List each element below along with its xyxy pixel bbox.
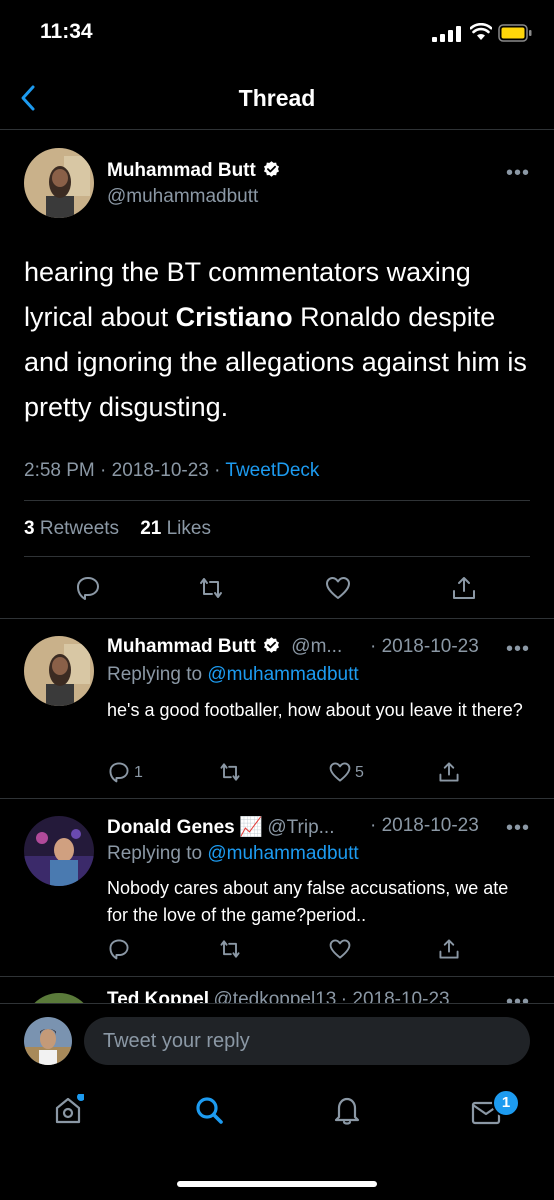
reply-handle: @tedkoppel13 [213, 989, 337, 1003]
search-icon[interactable] [193, 1094, 225, 1126]
reply-avatar [34, 993, 84, 1003]
battery-icon [498, 24, 532, 42]
header-divider [0, 129, 554, 130]
tweet-author[interactable]: Muhammad Butt [107, 160, 281, 182]
reply-count: 1 [134, 764, 143, 781]
user-avatar[interactable] [24, 1017, 72, 1065]
reply-header: Ted Koppel @tedkoppel13 · 2018-10-23 [107, 989, 450, 1003]
replying-label: Replying to [107, 664, 203, 685]
more-options-button[interactable]: ••• [506, 162, 530, 185]
reply-icon[interactable] [74, 574, 102, 602]
likes-label: Likes [166, 518, 211, 539]
reply-handle: @m... [291, 636, 343, 657]
share-icon[interactable] [450, 574, 478, 602]
reply-icon[interactable] [107, 760, 131, 784]
tweet-text-bold: Cristiano [175, 302, 293, 332]
like-heart-icon[interactable] [328, 760, 352, 784]
reply-more-button: ••• [506, 991, 531, 1003]
share-icon[interactable] [437, 760, 461, 784]
reply-author-name: Ted Koppel [107, 989, 210, 1003]
reply-author-name: Muhammad Butt [107, 636, 256, 657]
reply-date: · 2018-10-23 [340, 989, 450, 1003]
status-time: 11:34 [40, 20, 93, 43]
reply-date: · 2018-10-23 [370, 636, 479, 657]
reply-author-name: Donald Genes [107, 817, 235, 838]
meta-separator: · [100, 460, 107, 481]
reply-header[interactable]: Donald Genes 📈 @Trip... [107, 815, 334, 839]
verified-badge-icon [263, 637, 279, 653]
reply-date: · 2018-10-23 [370, 815, 479, 836]
partial-reply[interactable]: Ted Koppel @tedkoppel13 · 2018-10-23 ••• [0, 977, 554, 1003]
tweet-source-link[interactable]: TweetDeck [225, 460, 319, 481]
meta-divider [24, 500, 530, 501]
replying-to: Replying to @muhammadbutt [107, 664, 359, 686]
cellular-signal-icon [432, 26, 461, 42]
page-title: Thread [238, 85, 316, 111]
wifi-icon [470, 23, 492, 40]
stats-divider [24, 556, 530, 557]
author-name: Muhammad Butt [107, 160, 256, 181]
tweet-date: 2018-10-23 [111, 460, 209, 481]
compose-divider [0, 1003, 554, 1004]
home-indicator[interactable] [177, 1181, 377, 1187]
messages-badge: 1 [492, 1089, 520, 1117]
replying-handle-link[interactable]: @muhammadbutt [207, 664, 358, 685]
tweet-stats: 3 Retweets 21 Likes [24, 518, 211, 540]
replying-handle-link[interactable]: @muhammadbutt [207, 843, 358, 864]
reply-divider [0, 798, 554, 799]
replying-to: Replying to @muhammadbutt [107, 843, 359, 865]
reply-avatar[interactable] [24, 816, 94, 886]
tweet-divider [0, 618, 554, 619]
reply-text: Nobody cares about any false accusations… [107, 878, 509, 925]
tweet-text: hearing the BT commentators waxing lyric… [24, 250, 534, 430]
meta-separator: · [214, 460, 221, 481]
author-handle[interactable]: @muhammadbutt [107, 186, 258, 208]
like-heart-icon[interactable] [328, 937, 352, 961]
tweet-time: 2:58 PM [24, 460, 95, 481]
chart-emoji-icon: 📈 [239, 817, 263, 838]
home-icon[interactable] [52, 1094, 84, 1126]
reply-avatar[interactable] [24, 636, 94, 706]
retweets-count: 3 [24, 518, 35, 539]
notifications-bell-icon[interactable] [331, 1094, 363, 1126]
likes-stat[interactable]: 21 Likes [140, 518, 211, 539]
reply-handle: @Trip... [267, 817, 335, 838]
like-heart-icon[interactable] [324, 574, 352, 602]
reply-header[interactable]: Muhammad Butt @m... [107, 636, 342, 658]
retweet-icon[interactable] [218, 760, 242, 784]
replying-label: Replying to [107, 843, 203, 864]
retweets-stat[interactable]: 3 Retweets [24, 518, 119, 539]
retweet-icon[interactable] [197, 574, 225, 602]
like-count: 5 [355, 764, 364, 781]
share-icon[interactable] [437, 937, 461, 961]
tweet-meta: 2:58 PM · 2018-10-23 · TweetDeck [24, 460, 319, 482]
retweet-icon[interactable] [218, 937, 242, 961]
verified-badge-icon [263, 161, 279, 177]
avatar[interactable] [24, 148, 94, 218]
retweets-label: Retweets [39, 518, 120, 539]
reply-more-button[interactable]: ••• [506, 817, 530, 840]
reply-text: he's a good footballer, how about you le… [107, 700, 523, 720]
reply-input-placeholder: Tweet your reply [103, 1030, 250, 1052]
likes-count: 21 [140, 518, 162, 539]
reply-more-button[interactable]: ••• [506, 638, 530, 661]
reply-icon[interactable] [107, 937, 131, 961]
